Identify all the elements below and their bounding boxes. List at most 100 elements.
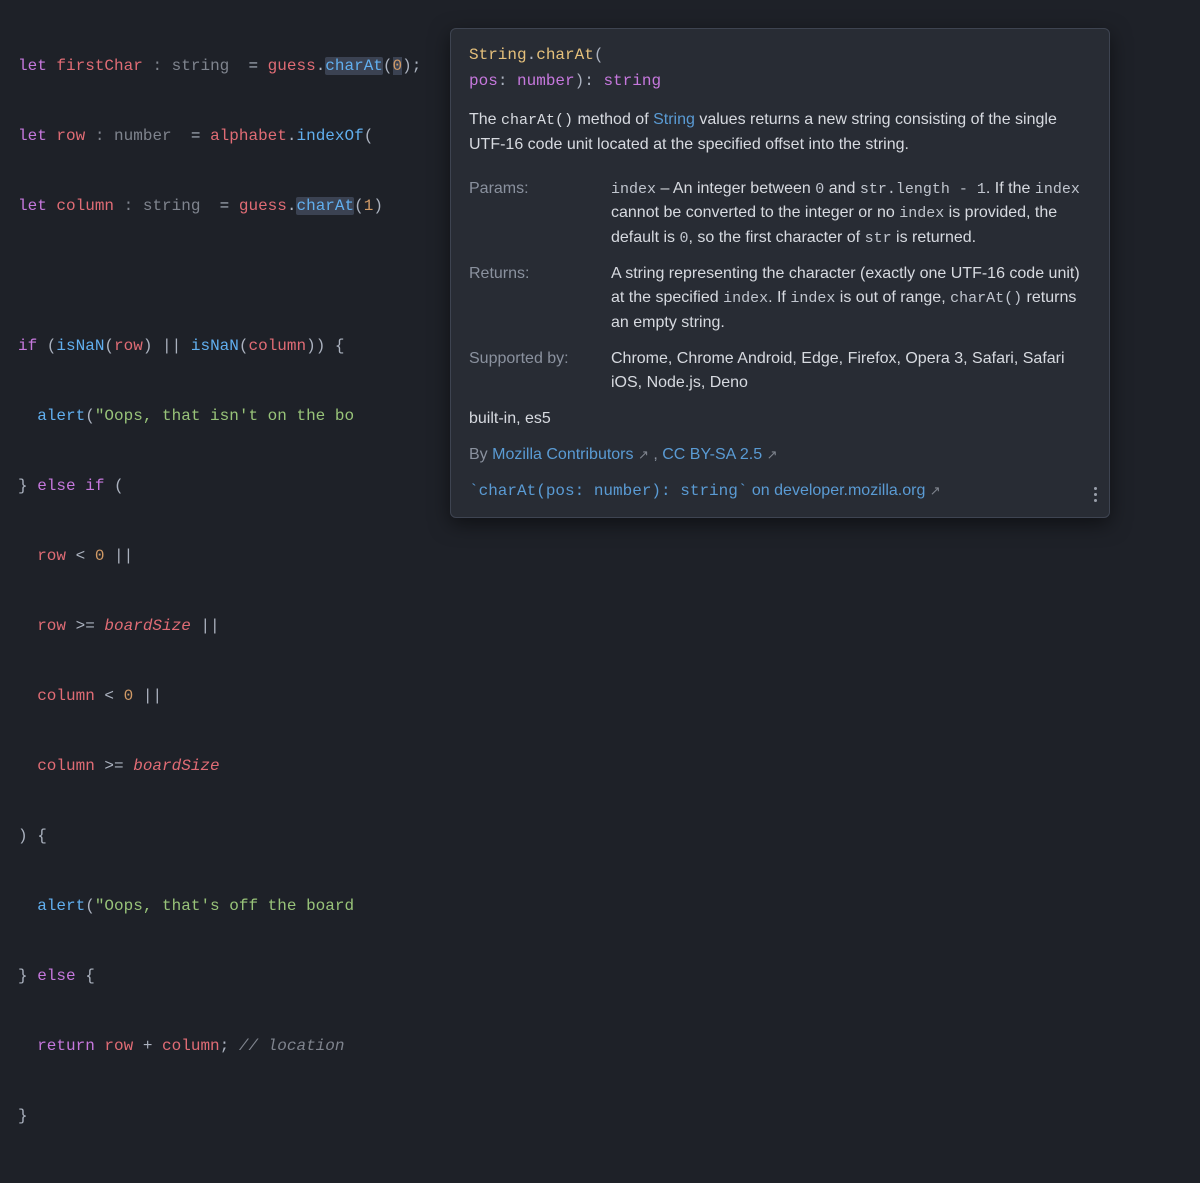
brace: } [18, 967, 37, 985]
text: , so the first character of [689, 229, 865, 246]
type-annotation: : string [124, 197, 201, 215]
indent [18, 897, 37, 915]
text: cannot be converted to the integer or no [611, 204, 899, 221]
string-literal: "Oops, that's off the board [95, 897, 354, 915]
number: 0 [95, 547, 105, 565]
code-line[interactable]: row < 0 || [18, 539, 1182, 574]
signature: String.charAt( pos: number): string [451, 29, 1109, 104]
function-call: isNaN [56, 337, 104, 355]
code-line[interactable]: ) { [18, 819, 1182, 854]
indent [18, 407, 37, 425]
method-call: indexOf [296, 127, 363, 145]
code-line[interactable]: return row + column; // location [18, 1029, 1182, 1064]
variable: column [248, 337, 306, 355]
mdn-link[interactable]: `charAt(pos: number): string` on develop… [469, 482, 925, 499]
brace: ) { [18, 827, 47, 845]
inline-code: index [723, 290, 768, 307]
inline-code: str [865, 230, 892, 247]
code-line[interactable]: } [18, 1099, 1182, 1134]
paren: ) [373, 197, 383, 215]
brace: } [18, 1107, 28, 1125]
indent [18, 547, 37, 565]
variable: boardSize [104, 617, 190, 635]
inline-code: 0 [815, 181, 824, 198]
variable: row [114, 337, 143, 355]
paren: ( [383, 57, 393, 75]
section-label: Params: [469, 177, 599, 251]
operator: = [172, 127, 210, 145]
dot: . [527, 46, 537, 64]
inline-code: index [611, 181, 656, 198]
method-call[interactable]: charAt [325, 57, 383, 75]
params-section: Params: index – An integer between 0 and… [451, 171, 1109, 257]
variable: column [56, 197, 114, 215]
description: The charAt() method of String values ret… [451, 104, 1109, 171]
inline-code: `charAt(pos: number): string` [469, 482, 747, 500]
keyword-let: let [18, 127, 47, 145]
paren: ( [85, 897, 95, 915]
variable: column [162, 1037, 220, 1055]
object: alphabet [210, 127, 287, 145]
more-options-icon[interactable] [1094, 484, 1097, 505]
type-annotation: : number [95, 127, 172, 145]
section-label: Returns: [469, 262, 599, 335]
function-call: alert [37, 407, 85, 425]
section-body: index – An integer between 0 and str.len… [611, 177, 1091, 251]
paren: )) { [306, 337, 344, 355]
type-annotation: : string [152, 57, 229, 75]
attribution: By Mozilla Contributors ↗ , CC BY-SA 2.5… [451, 437, 1109, 473]
contributors-link[interactable]: Mozilla Contributors [492, 446, 633, 463]
code-line[interactable]: column < 0 || [18, 679, 1182, 714]
variable: boardSize [133, 757, 219, 775]
code-line[interactable]: row >= boardSize || [18, 609, 1182, 644]
mdn-link-row: `charAt(pos: number): string` on develop… [451, 473, 1109, 517]
paren: ); [402, 57, 421, 75]
dot: . [316, 57, 326, 75]
brace: } [18, 477, 37, 495]
inline-code: index [790, 290, 835, 307]
operator: < [95, 687, 124, 705]
license-link[interactable]: CC BY-SA 2.5 [662, 446, 762, 463]
section-label: Supported by: [469, 347, 599, 395]
argument: 0 [393, 57, 403, 75]
brace: { [76, 967, 95, 985]
type-link[interactable]: String [653, 111, 695, 128]
comment: // location [239, 1037, 345, 1055]
code-line[interactable]: column >= boardSize [18, 749, 1182, 784]
keyword-else: else [37, 477, 75, 495]
inline-code: 0 [679, 230, 688, 247]
text: and [824, 180, 860, 197]
operator: || [191, 617, 220, 635]
number: 0 [124, 687, 134, 705]
keyword-let: let [18, 57, 47, 75]
indent [18, 617, 37, 635]
sig-param: pos [469, 72, 498, 90]
code-line[interactable]: } else { [18, 959, 1182, 994]
paren: ( [364, 127, 374, 145]
section-body: A string representing the character (exa… [611, 262, 1091, 335]
text: By [469, 446, 492, 463]
text: is out of range, [835, 289, 950, 306]
keyword-if: if [18, 337, 37, 355]
paren: ( [37, 337, 56, 355]
variable: firstChar [56, 57, 142, 75]
code-line[interactable]: alert("Oops, that's off the board [18, 889, 1182, 924]
object: guess [268, 57, 316, 75]
operator: >= [95, 757, 133, 775]
text: on developer.mozilla.org [747, 482, 925, 499]
operator: ) || [143, 337, 191, 355]
variable: row [56, 127, 85, 145]
variable: row [37, 617, 66, 635]
colon: : [498, 72, 517, 90]
object: guess [239, 197, 287, 215]
paren: ( [104, 477, 123, 495]
variable: row [104, 1037, 133, 1055]
operator: >= [66, 617, 104, 635]
variable: column [37, 757, 95, 775]
text: , [649, 446, 662, 463]
operator: || [104, 547, 133, 565]
function-call: alert [37, 897, 85, 915]
operator: || [133, 687, 162, 705]
indent [18, 757, 37, 775]
paren: ( [594, 46, 604, 64]
